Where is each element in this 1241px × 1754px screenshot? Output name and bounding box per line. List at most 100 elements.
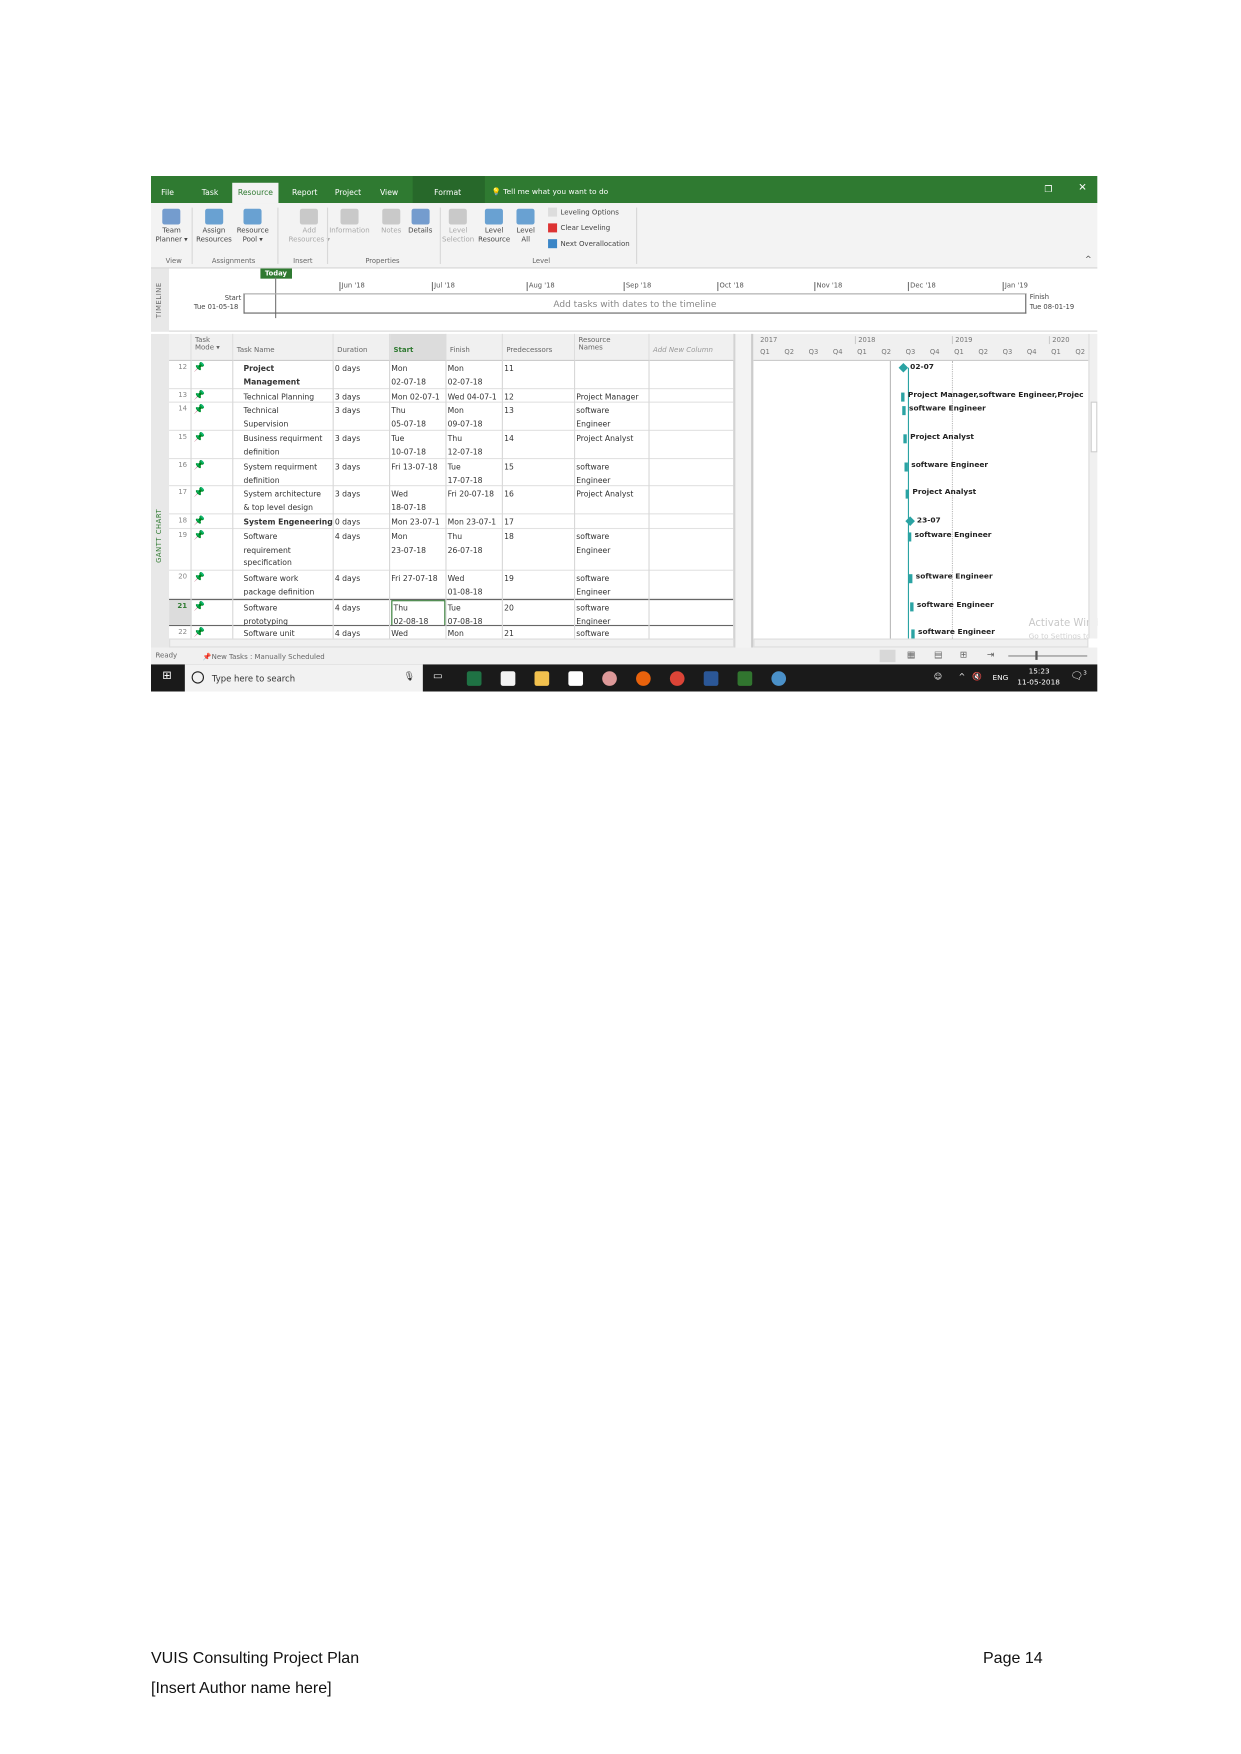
cell-start[interactable]: Tue 10-07-18 <box>391 433 445 458</box>
column-header-resource[interactable]: Resource Names <box>575 333 650 361</box>
cell-duration[interactable]: 4 days <box>335 602 389 615</box>
collapse-ribbon-icon[interactable]: ^ <box>1085 255 1092 264</box>
resource-sheet-icon[interactable]: ⊞ <box>960 650 968 660</box>
task-view-icon[interactable]: ▭ <box>433 671 443 682</box>
zoom-slider-thumb[interactable] <box>1035 650 1038 660</box>
people-icon[interactable]: ☺ <box>934 672 942 681</box>
ribbon-button-level-selection[interactable]: Level Selection <box>442 208 474 245</box>
volume-muted-icon[interactable]: 🔇 <box>972 672 982 681</box>
ribbon-button-notes[interactable]: Notes <box>381 208 401 236</box>
cell-name[interactable]: System requirment definition <box>243 461 341 485</box>
ribbon-button-add-resources[interactable]: Add Resources ▾ <box>289 208 330 245</box>
tab-project[interactable]: Project <box>329 183 367 203</box>
thunderbird-icon[interactable] <box>771 671 787 686</box>
cell-start[interactable]: Mon 02-07-18 <box>391 363 445 388</box>
timeline-pane[interactable]: TIMELINE Today Jun '18 Jul '18 Aug '18 Sep … <box>151 268 1098 332</box>
task-usage-icon[interactable]: ▦ <box>907 650 916 660</box>
cell-pred[interactable]: 13 <box>504 405 574 418</box>
taskbar-search-box[interactable]: Type here to search 🎙 <box>184 664 423 692</box>
cell-res[interactable]: software Engineer <box>576 531 648 557</box>
ribbon-button-assign-resources[interactable]: Assign Resources <box>196 208 232 245</box>
cell-duration[interactable]: 3 days <box>335 391 389 402</box>
cell-res[interactable]: software Engineer <box>576 573 648 598</box>
cell-name[interactable]: Technical Planning <box>243 391 341 402</box>
tab-report[interactable]: Report <box>286 183 323 203</box>
cell-finish[interactable]: Thu 12-07-18 <box>448 433 502 458</box>
column-header-predecessors[interactable]: Predecessors <box>502 333 576 361</box>
gantt-view-button[interactable] <box>879 649 896 663</box>
tell-me-box[interactable]: 💡 Tell me what you want to do <box>492 187 609 196</box>
cell-pred[interactable]: 11 <box>504 363 574 376</box>
column-header-finish[interactable]: Finish <box>446 333 503 361</box>
cell-duration[interactable]: 0 days <box>335 517 389 528</box>
cell-start[interactable]: Mon 23-07-18 <box>391 531 445 557</box>
cell-duration[interactable]: 3 days <box>335 405 389 418</box>
column-header-add-new-column[interactable]: Add New Column <box>649 333 735 361</box>
clock-date[interactable]: 11-05-2018 <box>1017 678 1060 687</box>
word-icon[interactable] <box>703 671 719 686</box>
cell-pred[interactable]: 17 <box>504 517 574 528</box>
new-tasks-mode[interactable]: 📌New Tasks : Manually Scheduled <box>203 652 325 661</box>
cell-duration[interactable]: 4 days <box>335 531 389 544</box>
column-header-start[interactable]: Start <box>390 333 447 361</box>
action-center-icon[interactable]: 🗨3 <box>1070 670 1086 682</box>
excel-icon[interactable] <box>466 671 482 686</box>
cell-name[interactable]: Technical Supervision <box>243 405 341 430</box>
mail-icon[interactable] <box>568 671 584 686</box>
cell-start[interactable]: Wed 18-07-18 <box>391 488 445 513</box>
ribbon-button-details[interactable]: Details <box>408 208 432 236</box>
chrome-icon[interactable] <box>669 671 685 686</box>
restore-icon[interactable]: ❐ <box>1044 184 1052 194</box>
cell-name[interactable]: Software prototyping <box>243 602 341 625</box>
cell-res[interactable]: software Engineer <box>576 405 648 430</box>
cell-start[interactable]: Fri 13-07-18 <box>391 461 445 474</box>
ribbon-button-information[interactable]: Information <box>329 208 370 236</box>
cell-finish[interactable]: Wed 01-08-18 <box>448 573 502 598</box>
cell-pred[interactable]: 16 <box>504 488 574 501</box>
cell-res[interactable]: Project Analyst <box>576 488 648 501</box>
cell-start[interactable]: Mon 02-07-1 <box>391 391 445 402</box>
cell-name[interactable]: System Engeneering <box>243 517 341 528</box>
split-bar[interactable] <box>734 333 754 648</box>
cell-res[interactable]: Project Analyst <box>576 433 648 446</box>
cell-finish[interactable]: Wed 04-07-1 <box>448 391 502 402</box>
cell-finish[interactable]: Fri 20-07-18 <box>448 488 502 501</box>
tab-file[interactable]: File <box>156 183 180 203</box>
ribbon-button-level-resource[interactable]: Level Resource <box>478 208 510 245</box>
cell-duration[interactable]: 3 days <box>335 461 389 474</box>
cell-res[interactable]: software Engineer <box>576 602 648 625</box>
ribbon-button-team-planner[interactable]: Team Planner ▾ <box>156 208 188 245</box>
clock-time[interactable]: 15:23 <box>1029 667 1050 676</box>
cell-finish[interactable]: Mon 23-07-1 <box>448 517 502 528</box>
gantt-horizontal-scrollbar[interactable] <box>753 638 1089 648</box>
cell-duration[interactable]: 3 days <box>335 433 389 446</box>
cell-name[interactable]: System architecture & top level design <box>243 488 341 513</box>
cell-pred[interactable]: 15 <box>504 461 574 474</box>
close-icon[interactable]: ✕ <box>1078 183 1087 194</box>
cell-res[interactable]: software Engineer <box>576 461 648 485</box>
column-header-task-name[interactable]: Task Name <box>233 333 334 361</box>
tab-view[interactable]: View <box>374 183 403 203</box>
file-explorer-icon[interactable] <box>534 671 550 686</box>
cell-finish[interactable]: Tue 17-07-18 <box>448 461 502 485</box>
team-planner-view-icon[interactable]: ▤ <box>934 650 943 660</box>
zoom-slider[interactable] <box>1008 655 1088 657</box>
cell-pred[interactable]: 18 <box>504 531 574 544</box>
project-icon[interactable] <box>737 671 753 686</box>
ribbon-clear-leveling[interactable]: Clear Leveling <box>548 223 610 233</box>
firefox-icon[interactable] <box>636 671 651 686</box>
cell-duration[interactable]: 4 days <box>335 573 389 586</box>
tab-format[interactable]: Format <box>428 183 466 203</box>
show-hidden-icons[interactable]: ^ <box>959 672 966 681</box>
cell-pred[interactable]: 19 <box>504 573 574 586</box>
paint-icon[interactable] <box>602 671 617 686</box>
ribbon-leveling-options[interactable]: Leveling Options <box>548 207 619 218</box>
cell-pred[interactable]: 20 <box>504 602 574 615</box>
cell-finish[interactable]: Thu 26-07-18 <box>448 531 502 557</box>
ribbon-button-resource-pool[interactable]: Resource Pool ▾ <box>237 208 269 245</box>
vertical-scrollbar[interactable] <box>1088 333 1098 639</box>
cell-start[interactable]: Fri 27-07-18 <box>391 573 445 586</box>
cell-name[interactable]: Project Management <box>243 363 341 388</box>
tab-resource[interactable]: Resource <box>232 182 279 204</box>
timeline-bar[interactable]: Add tasks with dates to the timeline <box>243 293 1027 314</box>
